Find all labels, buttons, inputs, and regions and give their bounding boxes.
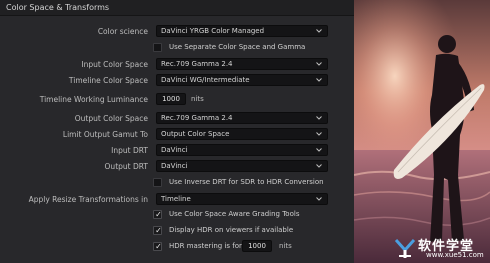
checkmark-icon: ✓ xyxy=(155,226,162,235)
aware-grading-checkbox[interactable]: ✓ xyxy=(153,210,162,219)
input-color-space-value: Rec.709 Gamma 2.4 xyxy=(161,60,233,68)
chevron-down-icon xyxy=(316,62,322,66)
chevron-down-icon xyxy=(316,132,322,136)
watermark: 软件学堂 www.xue51.com xyxy=(392,234,490,263)
timeline-luminance-input[interactable]: 1000 xyxy=(156,93,186,105)
output-drt-label: Output DRT xyxy=(104,162,148,171)
inverse-drt-checkbox[interactable] xyxy=(153,178,162,187)
separate-color-space-checkbox[interactable] xyxy=(153,43,162,52)
output-color-space-value: Rec.709 Gamma 2.4 xyxy=(161,114,233,122)
apply-resize-dropdown[interactable]: Timeline xyxy=(156,193,328,205)
apply-resize-value: Timeline xyxy=(161,195,191,203)
separate-color-space-label: Use Separate Color Space and Gamma xyxy=(169,43,306,51)
aware-grading-label: Use Color Space Aware Grading Tools xyxy=(169,210,300,218)
watermark-url: www.xue51.com xyxy=(426,251,484,259)
color-science-dropdown[interactable]: DaVinci YRGB Color Managed xyxy=(156,25,328,37)
checkmark-icon: ✓ xyxy=(155,242,162,251)
output-drt-value: DaVinci xyxy=(161,162,188,170)
inverse-drt-label: Use Inverse DRT for SDR to HDR Conversio… xyxy=(169,178,324,186)
color-science-value: DaVinci YRGB Color Managed xyxy=(161,27,265,35)
chevron-down-icon xyxy=(316,164,322,168)
timeline-luminance-value: 1000 xyxy=(162,95,180,103)
panel-title: Color Space & Transforms xyxy=(6,3,110,12)
chevron-down-icon xyxy=(316,197,322,201)
input-color-space-dropdown[interactable]: Rec.709 Gamma 2.4 xyxy=(156,58,328,70)
chevron-down-icon xyxy=(316,116,322,120)
display-hdr-checkbox[interactable]: ✓ xyxy=(153,226,162,235)
surfer-photo xyxy=(354,0,490,263)
chevron-down-icon xyxy=(316,148,322,152)
panel-header: Color Space & Transforms xyxy=(0,0,354,16)
apply-resize-label: Apply Resize Transformations in xyxy=(28,195,148,204)
output-drt-dropdown[interactable]: DaVinci xyxy=(156,160,328,172)
timeline-color-space-label: Timeline Color Space xyxy=(68,76,148,85)
output-color-space-label: Output Color Space xyxy=(74,114,148,123)
hdr-mastering-label: HDR mastering is for xyxy=(169,242,242,250)
input-color-space-label: Input Color Space xyxy=(81,60,148,69)
input-drt-value: DaVinci xyxy=(161,146,188,154)
chevron-down-icon xyxy=(316,29,322,33)
display-hdr-label: Display HDR on viewers if available xyxy=(169,226,294,234)
timeline-luminance-label: Timeline Working Luminance xyxy=(39,95,148,104)
timeline-color-space-value: DaVinci WG/Intermediate xyxy=(161,76,250,84)
hdr-mastering-value: 1000 xyxy=(248,242,266,250)
watermark-logo-icon xyxy=(394,238,416,258)
timeline-color-space-dropdown[interactable]: DaVinci WG/Intermediate xyxy=(156,74,328,86)
limit-gamut-dropdown[interactable]: Output Color Space xyxy=(156,128,328,140)
hdr-mastering-unit: nits xyxy=(279,242,292,250)
checkmark-icon: ✓ xyxy=(155,210,162,219)
chevron-down-icon xyxy=(316,78,322,82)
timeline-luminance-unit: nits xyxy=(191,95,204,103)
color-space-panel: Color Space & Transforms Color science D… xyxy=(0,0,354,263)
color-science-label: Color science xyxy=(97,27,148,36)
hdr-mastering-input[interactable]: 1000 xyxy=(242,240,272,252)
limit-gamut-label: Limit Output Gamut To xyxy=(62,130,148,139)
limit-gamut-value: Output Color Space xyxy=(161,130,230,138)
input-drt-dropdown[interactable]: DaVinci xyxy=(156,144,328,156)
viewer-image xyxy=(354,0,490,263)
output-color-space-dropdown[interactable]: Rec.709 Gamma 2.4 xyxy=(156,112,328,124)
input-drt-label: Input DRT xyxy=(111,146,148,155)
hdr-mastering-checkbox[interactable]: ✓ xyxy=(153,242,162,251)
